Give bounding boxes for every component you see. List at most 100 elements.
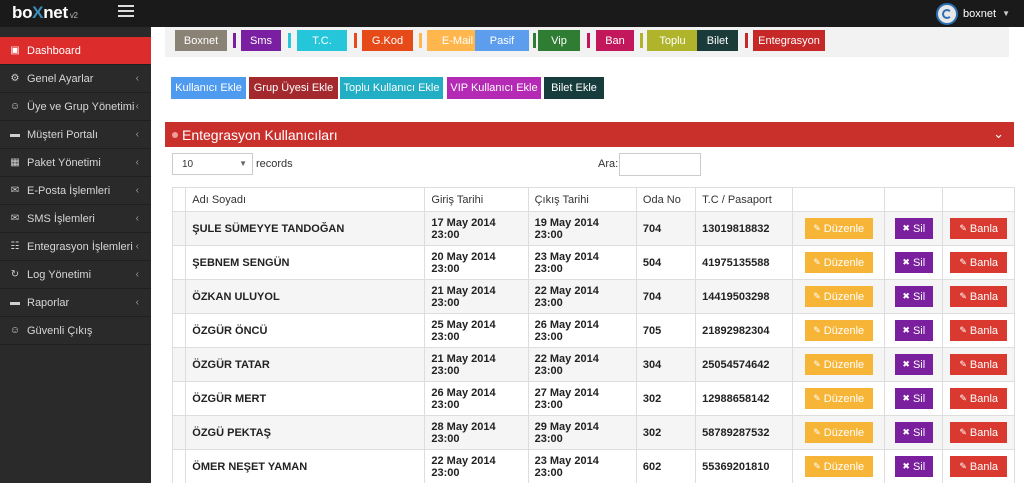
sidebar-item-9[interactable]: ▬ Raporlar ‹ (0, 289, 151, 317)
delete-button[interactable]: ✖ Sil (894, 320, 933, 341)
edit-icon: ✎ (813, 223, 821, 233)
chevron-left-icon: ‹ (135, 101, 139, 112)
tab-bilet[interactable]: Bilet (697, 30, 738, 51)
tab-t-c-[interactable]: T.C. (297, 30, 347, 51)
cell-checkout: 26 May 2014 23:00 (527, 313, 637, 348)
action-cell: ✎ Banla (942, 245, 1015, 280)
action-button-4[interactable]: Bilet Ekle (544, 77, 604, 99)
tab-boxnet[interactable]: Boxnet (175, 30, 227, 51)
ban-button[interactable]: ✎ Banla (950, 388, 1008, 409)
search-label: Ara: (598, 158, 619, 170)
ban-button[interactable]: ✎ Banla (950, 218, 1008, 239)
user-menu[interactable]: boxnet ▼ (936, 2, 1010, 25)
tab-separator (354, 33, 357, 48)
table-row: ÖZGÜR MERT 26 May 2014 23:00 27 May 2014 2… (171, 381, 1015, 416)
table-row: ÖZKAN ULUYOL 21 May 2014 23:00 22 May 2014… (171, 279, 1015, 314)
tab-sms[interactable]: Sms (241, 30, 281, 51)
delete-button[interactable]: ✖ Sil (894, 388, 933, 409)
sidebar-item-8[interactable]: ↻ Log Yönetimi ‹ (0, 261, 151, 289)
brand-logo[interactable]: boXnet v2 (12, 3, 78, 23)
menu-toggle-icon[interactable] (118, 5, 134, 17)
edit-icon: ✎ (813, 257, 821, 267)
cell-checkout: 22 May 2014 23:00 (527, 279, 637, 314)
ban-button[interactable]: ✎ Banla (950, 252, 1008, 273)
delete-button-label: Sil (912, 290, 926, 303)
cell-room: 705 (635, 313, 697, 348)
tab-separator (587, 33, 590, 48)
edit-button[interactable]: ✎ Düzenle (804, 320, 873, 341)
chevron-down-icon[interactable]: ⌄ (993, 126, 1004, 142)
cell-checkin: 21 May 2014 23:00 (424, 279, 529, 314)
tab-g-kod[interactable]: G.Kod (362, 30, 413, 51)
delete-button[interactable]: ✖ Sil (894, 354, 933, 375)
delete-button[interactable]: ✖ Sil (894, 422, 933, 443)
edit-icon: ✎ (813, 427, 821, 437)
ban-button-label: Banla (969, 460, 999, 473)
cell-id: 13019818832 (695, 211, 794, 246)
edit-button[interactable]: ✎ Düzenle (804, 218, 873, 239)
edit-button-label: Düzenle (823, 256, 865, 269)
ban-button[interactable]: ✎ Banla (950, 354, 1008, 375)
edit-button[interactable]: ✎ Düzenle (804, 252, 873, 273)
edit-button[interactable]: ✎ Düzenle (804, 286, 873, 307)
ban-button[interactable]: ✎ Banla (950, 286, 1008, 307)
tab-toplu[interactable]: Toplu (647, 30, 698, 51)
avatar (936, 2, 959, 25)
search-input[interactable] (619, 153, 701, 176)
sidebar-item-3[interactable]: ▬ Müşteri Portalı ‹ (0, 121, 151, 149)
tab-ban[interactable]: Ban (596, 30, 634, 51)
sidebar-item-0[interactable]: ▣ Dashboard (0, 37, 151, 65)
action-cell: ✎ Banla (942, 449, 1015, 483)
edit-button[interactable]: ✎ Düzenle (804, 456, 873, 477)
delete-button[interactable]: ✖ Sil (894, 286, 933, 307)
sidebar-item-label: Entegrasyon İşlemleri (27, 240, 133, 253)
tab-pasif[interactable]: Pasif (475, 30, 529, 51)
action-button-3[interactable]: VIP Kullanıcı Ekle (447, 77, 541, 99)
tab-entegrasyon[interactable]: Entegrasyon (753, 30, 825, 51)
page-length-select[interactable]: 10 ▼ (172, 153, 253, 175)
edit-button[interactable]: ✎ Düzenle (804, 354, 873, 375)
action-button-1[interactable]: Grup Üyesi Ekle (249, 77, 338, 99)
sidebar-item-10[interactable]: ☺ Güvenli Çıkış (0, 317, 151, 345)
row-gutter (171, 381, 187, 416)
ban-button[interactable]: ✎ Banla (950, 422, 1008, 443)
cell-checkin: 20 May 2014 23:00 (424, 245, 529, 280)
action-button-2[interactable]: Toplu Kullanıcı Ekle (340, 77, 443, 99)
edit-button[interactable]: ✎ Düzenle (804, 388, 873, 409)
sidebar-item-6[interactable]: ✉ SMS İşlemleri ‹ (0, 205, 151, 233)
row-gutter (171, 211, 187, 246)
sidebar-item-2[interactable]: ☺ Üye ve Grup Yönetimi ‹ (0, 93, 151, 121)
cell-name: ŞULE SÜMEYYE TANDOĞAN (185, 211, 426, 246)
edit-icon: ✎ (959, 223, 967, 233)
table-icon: ▦ (10, 157, 20, 168)
sidebar-item-7[interactable]: ☷ Entegrasyon İşlemleri ‹ (0, 233, 151, 261)
cell-name: ÖZGÜR ÖNCÜ (185, 313, 426, 348)
sidebar-item-4[interactable]: ▦ Paket Yönetimi ‹ (0, 149, 151, 177)
ban-button[interactable]: ✎ Banla (950, 456, 1008, 477)
tab-separator (640, 33, 643, 48)
cell-checkin: 25 May 2014 23:00 (424, 313, 529, 348)
delete-button[interactable]: ✖ Sil (894, 252, 933, 273)
sidebar-item-1[interactable]: ⚙ Genel Ayarlar ‹ (0, 65, 151, 93)
sidebar-item-5[interactable]: ✉ E-Posta İşlemleri ‹ (0, 177, 151, 205)
ban-button-label: Banla (969, 392, 999, 405)
delete-button[interactable]: ✖ Sil (894, 218, 933, 239)
column-header: Oda No (635, 187, 697, 212)
edit-button[interactable]: ✎ Düzenle (804, 422, 873, 443)
table-row: ÖMER NEŞET YAMAN 22 May 2014 23:00 23 May … (171, 449, 1015, 483)
edit-button-label: Düzenle (823, 324, 865, 337)
tab-vip[interactable]: Vip (538, 30, 580, 51)
delete-button[interactable]: ✖ Sil (894, 456, 933, 477)
chevron-left-icon: ‹ (135, 185, 139, 196)
cell-name: ÖZGÜR MERT (185, 381, 426, 416)
delete-button-label: Sil (912, 256, 926, 269)
table-row: ÖZGÜR ÖNCÜ 25 May 2014 23:00 26 May 2014 2… (171, 313, 1015, 348)
logo-version: v2 (69, 11, 78, 20)
cell-name: ÖZKAN ULUYOL (185, 279, 426, 314)
table-row: ŞULE SÜMEYYE TANDOĞAN 17 May 2014 23:00 19… (171, 211, 1015, 246)
ban-button[interactable]: ✎ Banla (950, 320, 1008, 341)
envelope-icon: ✉ (10, 213, 20, 224)
log-icon: ↻ (10, 269, 20, 280)
cell-id: 55369201810 (695, 449, 794, 483)
action-button-0[interactable]: Kullanıcı Ekle (171, 77, 246, 99)
